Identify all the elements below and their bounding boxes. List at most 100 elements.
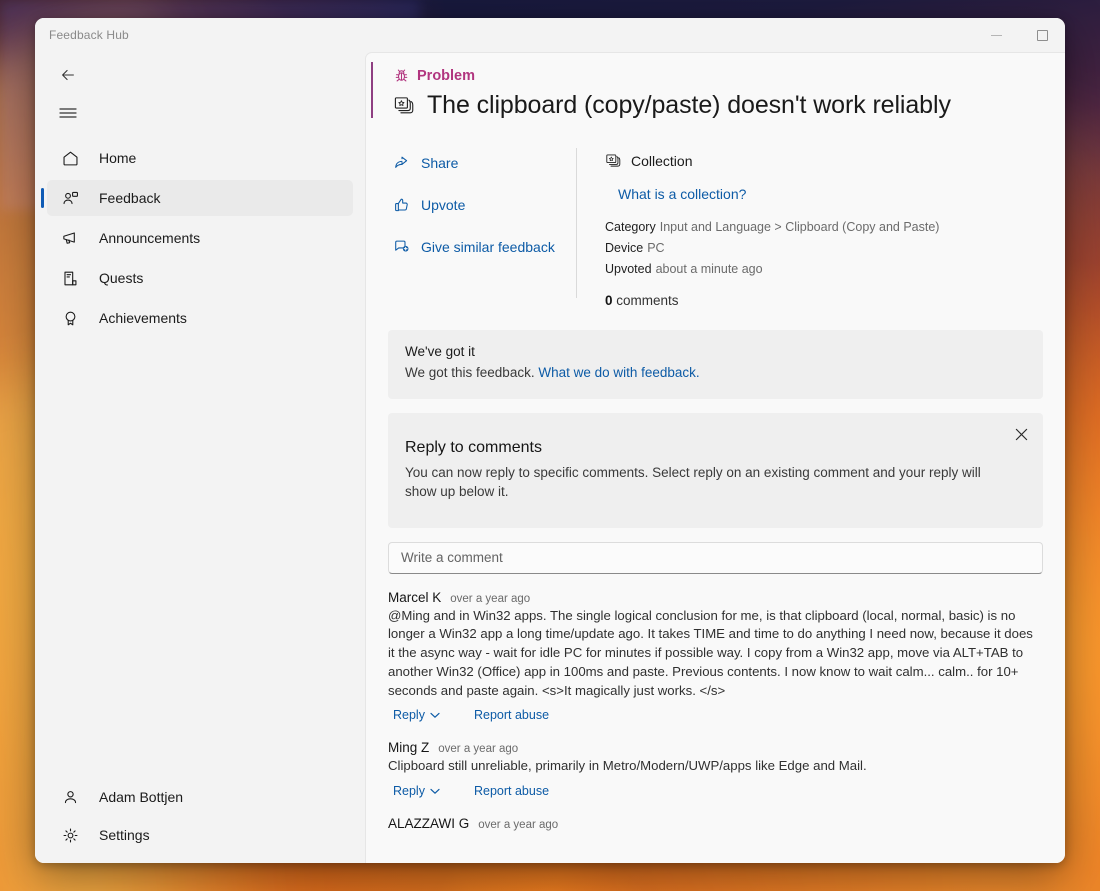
sidebar-item-label: Settings	[99, 827, 150, 843]
meta-value: PC	[647, 241, 665, 255]
window-body: Home Feedback Announcements Quests Achie…	[35, 52, 1065, 863]
got-it-text: We got this feedback. What we do with fe…	[405, 363, 1023, 383]
meta-key: Device	[605, 241, 644, 255]
reply-button[interactable]: Reply	[393, 784, 440, 798]
what-is-a-collection-link[interactable]: What is a collection?	[618, 186, 746, 202]
sidebar-item-achievements[interactable]: Achievements	[47, 300, 353, 336]
upvote-button[interactable]: Upvote	[393, 196, 465, 213]
maximize-icon	[1036, 29, 1048, 41]
sidebar-item-label: Adam Bottjen	[99, 789, 184, 805]
sidebar-item-account[interactable]: Adam Bottjen	[47, 779, 353, 815]
actions-and-meta-row: Share Upvote Give similar feedback Colle…	[371, 132, 1043, 324]
meta-row-device: Device PC	[605, 241, 1043, 255]
comment-author: Ming Z	[388, 740, 430, 756]
comment-text: @Ming and in Win32 apps. The single logi…	[388, 607, 1033, 698]
metadata-panel: Collection What is a collection? Categor…	[577, 146, 1043, 308]
post-type-label: Problem	[417, 67, 476, 84]
sidebar-item-announcements[interactable]: Announcements	[47, 220, 353, 256]
minimize-icon	[990, 34, 1002, 36]
thumbs-up-icon	[393, 196, 410, 213]
sidebar-item-label: Quests	[99, 270, 144, 286]
meta-value: Input and Language > Clipboard (Copy and…	[659, 220, 940, 234]
comment-item: Marcel K over a year ago @Ming and in Wi…	[388, 590, 1043, 723]
comment-plus-icon	[393, 238, 410, 255]
sidebar-item-settings[interactable]: Settings	[47, 817, 353, 853]
give-similar-feedback-button[interactable]: Give similar feedback	[393, 238, 555, 255]
meta-row-upvoted: Upvoted about a minute ago	[605, 262, 1043, 276]
share-icon	[393, 154, 410, 171]
write-comment-field[interactable]	[388, 541, 1043, 574]
sidebar-item-label: Achievements	[99, 310, 187, 326]
share-button[interactable]: Share	[393, 154, 458, 171]
reply-button[interactable]: Reply	[393, 708, 440, 722]
reply-to-comments-card: Reply to comments You can now reply to s…	[388, 412, 1043, 528]
sidebar-item-feedback[interactable]: Feedback	[41, 180, 353, 216]
comment-input[interactable]	[401, 550, 1030, 566]
report-abuse-button[interactable]: Report abuse	[474, 784, 549, 798]
minimize-button[interactable]	[973, 18, 1019, 52]
comment-count: 0 comments	[605, 293, 1043, 308]
gear-icon	[58, 823, 82, 847]
reply-label: Reply	[393, 784, 425, 799]
page-title: The clipboard (copy/paste) doesn't work …	[427, 91, 951, 119]
hamburger-menu-button[interactable]	[48, 94, 88, 132]
comment-text: Clipboard still unreliable, primarily in…	[388, 758, 867, 774]
chevron-down-icon	[430, 712, 440, 718]
reply-banner-title: Reply to comments	[405, 438, 542, 456]
content-pane: Problem The clipboard (copy/paste) doesn…	[365, 52, 1065, 863]
meta-row-category: Category Input and Language > Clipboard (…	[605, 220, 1043, 234]
sidebar-item-label: Home	[99, 150, 137, 166]
comment-header: Ming Z over a year ago	[388, 740, 1043, 755]
back-button[interactable]	[48, 56, 88, 94]
comment-author: ALAZZAWI G	[388, 816, 470, 832]
post-title-row: The clipboard (copy/paste) doesn't work …	[393, 91, 1043, 120]
sidebar-item-quests[interactable]: Quests	[47, 260, 353, 296]
content-scroll-area[interactable]: Problem The clipboard (copy/paste) doesn…	[366, 53, 1065, 863]
comment-timestamp: over a year ago	[478, 819, 559, 832]
comment-timestamp: over a year ago	[438, 743, 519, 756]
sidebar-bottom-group: Adam Bottjen Settings	[35, 777, 365, 863]
feedback-hub-window: Feedback Hub Home Feedback Announcements…	[35, 18, 1065, 863]
window-title: Feedback Hub	[49, 28, 129, 42]
got-it-title: We've got it	[405, 344, 475, 359]
reply-banner-text: You can now reply to specific comments. …	[405, 464, 981, 500]
reply-label: Reply	[393, 708, 425, 723]
home-icon	[58, 146, 82, 170]
comment-actions: Reply Report abuse	[388, 708, 1043, 722]
sidebar-item-label: Feedback	[99, 190, 161, 206]
quests-icon	[58, 266, 82, 290]
comment-count-number: 0	[605, 293, 613, 308]
achievements-icon	[58, 306, 82, 330]
close-icon[interactable]	[1007, 421, 1035, 449]
comment-author: Marcel K	[388, 589, 442, 605]
report-abuse-button[interactable]: Report abuse	[474, 708, 549, 722]
comment-timestamp: over a year ago	[450, 592, 531, 605]
desktop-wallpaper: Feedback Hub Home Feedback Announcements…	[0, 0, 1100, 891]
what-we-do-with-feedback-link[interactable]: What we do with feedback.	[538, 365, 699, 380]
comment-header: ALAZZAWI G over a year ago	[388, 816, 1043, 831]
comments-list: Marcel K over a year ago @Ming and in Wi…	[388, 590, 1043, 863]
sidebar-flex-spacer	[35, 338, 365, 777]
action-links: Share Upvote Give similar feedback	[371, 146, 576, 308]
hamburger-icon	[59, 108, 77, 118]
comment-count-label: comments	[616, 293, 679, 308]
sidebar-item-label: Announcements	[99, 230, 201, 246]
meta-value: about a minute ago	[655, 262, 763, 276]
got-it-card: We've got it We got this feedback. What …	[388, 330, 1043, 399]
bug-icon	[393, 67, 410, 84]
feedback-icon	[58, 186, 82, 210]
megaphone-icon	[58, 226, 82, 250]
sidebar: Home Feedback Announcements Quests Achie…	[35, 52, 365, 863]
give-similar-feedback-label: Give similar feedback	[421, 238, 555, 255]
back-arrow-icon	[62, 69, 74, 81]
comment-actions: Reply Report abuse	[388, 784, 1043, 798]
collection-row: Collection	[605, 152, 1043, 170]
post-type-row: Problem	[393, 67, 1043, 84]
got-it-body: We got this feedback.	[405, 365, 535, 380]
maximize-button[interactable]	[1019, 18, 1065, 52]
meta-key: Upvoted	[605, 262, 652, 276]
collection-label: Collection	[631, 153, 693, 169]
comment-item: ALAZZAWI G over a year ago	[388, 816, 1043, 831]
sidebar-item-home[interactable]: Home	[47, 140, 353, 176]
